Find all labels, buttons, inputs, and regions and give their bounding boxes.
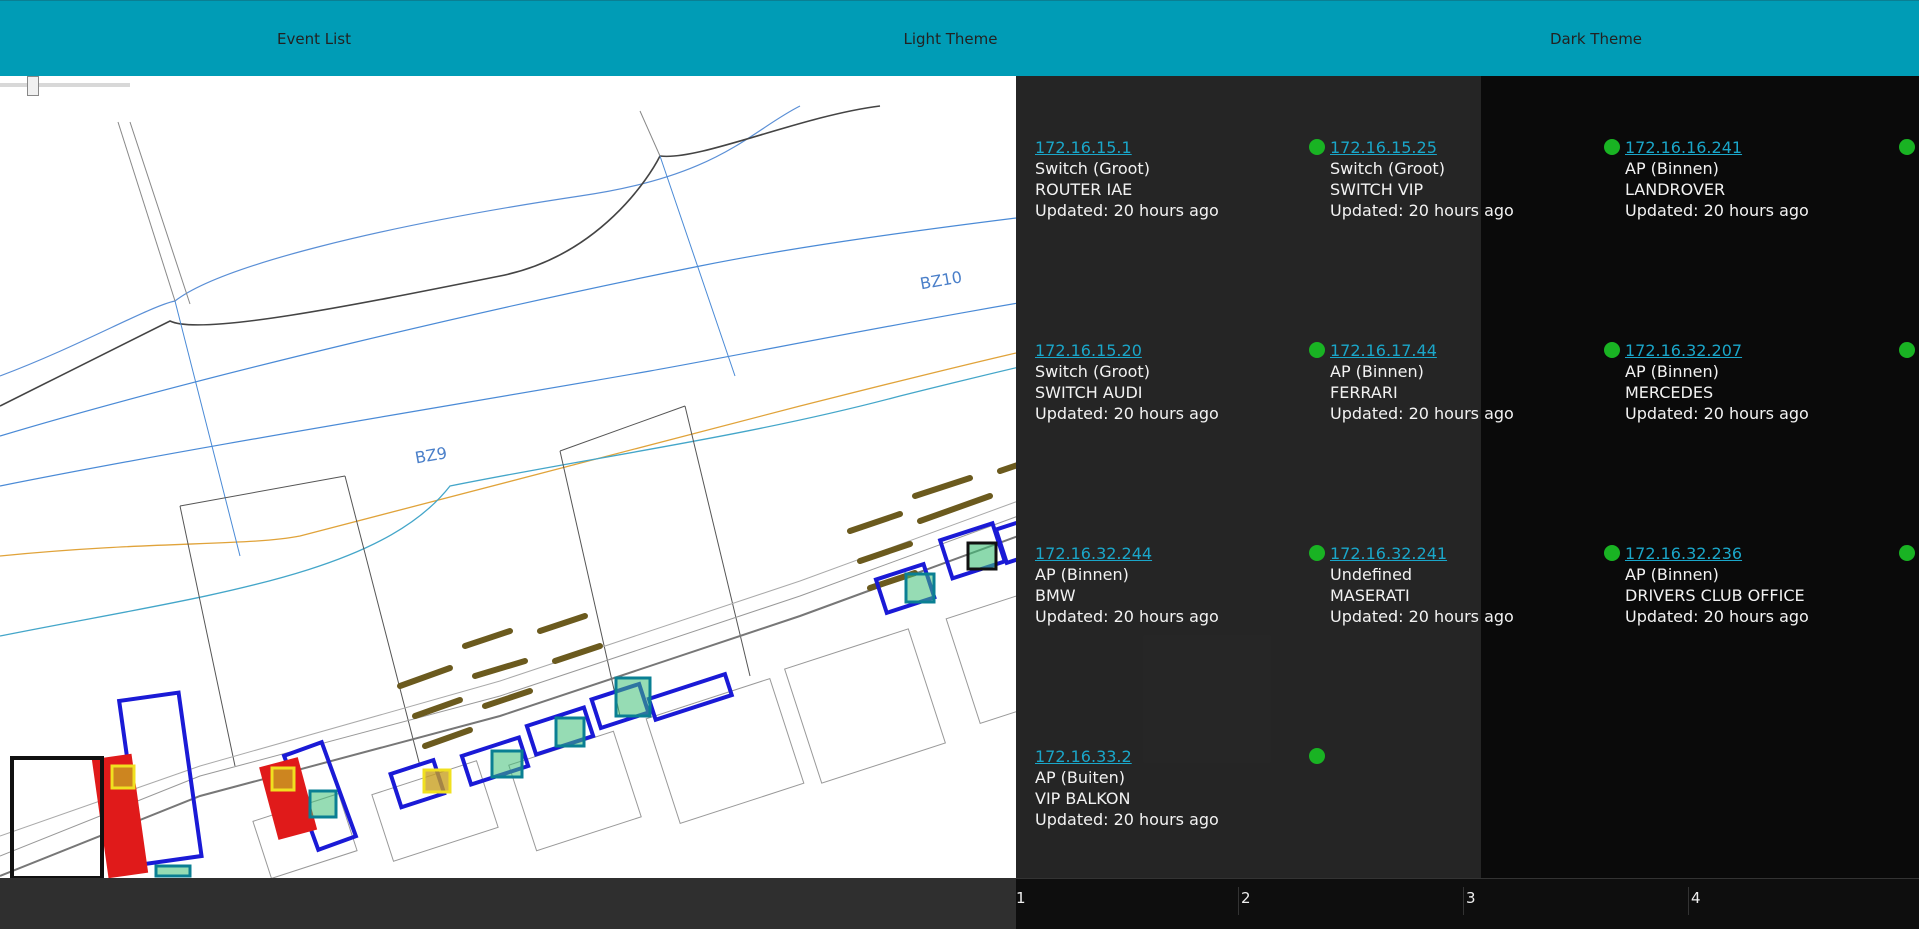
device-name: VIP BALKON (1035, 789, 1131, 808)
device-updated: Updated: 20 hours ago (1330, 404, 1514, 423)
device-ip-link[interactable]: 172.16.32.241 (1330, 544, 1447, 563)
status-dot-icon (1309, 545, 1325, 561)
device-type: AP (Binnen) (1330, 362, 1424, 381)
zone-label-bz9: BZ9 (413, 443, 448, 467)
status-dot-icon (1899, 545, 1915, 561)
device-type: Switch (Groot) (1330, 159, 1445, 178)
device-ip-link[interactable]: 172.16.32.207 (1625, 341, 1742, 360)
tab-dark-theme[interactable]: Dark Theme (1273, 1, 1919, 77)
device-card: 172.16.15.20 Switch (Groot) SWITCH AUDI … (1035, 340, 1325, 424)
device-ip-link[interactable]: 172.16.15.20 (1035, 341, 1142, 360)
device-name: DRIVERS CLUB OFFICE (1625, 586, 1805, 605)
zone-label-bz10: BZ10 (919, 267, 964, 293)
page-divider (1688, 887, 1689, 915)
site-plan-drawing: BZ10 BZ9 (0, 105, 1016, 878)
device-type: AP (Binnen) (1625, 565, 1719, 584)
device-updated: Updated: 20 hours ago (1035, 607, 1219, 626)
status-dot-icon (1604, 139, 1620, 155)
device-card: 172.16.32.207 AP (Binnen) MERCEDES Updat… (1625, 340, 1915, 424)
device-updated: Updated: 20 hours ago (1625, 201, 1809, 220)
page-button-4[interactable]: 4 (1691, 889, 1701, 907)
device-ip-link[interactable]: 172.16.32.236 (1625, 544, 1742, 563)
device-name: LANDROVER (1625, 180, 1726, 199)
device-name: MASERATI (1330, 586, 1410, 605)
device-updated: Updated: 20 hours ago (1625, 404, 1809, 423)
status-dot-icon (1309, 342, 1325, 358)
page-divider (1463, 887, 1464, 915)
tab-event-list[interactable]: Event List (0, 1, 628, 77)
device-card: 172.16.17.44 AP (Binnen) FERRARI Updated… (1330, 340, 1620, 424)
device-name: BMW (1035, 586, 1076, 605)
floor-plan-map[interactable]: BZ10 BZ9 (0, 76, 1016, 878)
zoom-slider-handle[interactable] (27, 76, 39, 96)
device-type: Switch (Groot) (1035, 159, 1150, 178)
device-ip-link[interactable]: 172.16.15.25 (1330, 138, 1437, 157)
pagination: 1 2 3 4 (1016, 878, 1919, 929)
top-nav-bar: Event List Light Theme Dark Theme (0, 0, 1919, 76)
device-card: 172.16.16.241 AP (Binnen) LANDROVER Upda… (1625, 137, 1915, 221)
device-ip-link[interactable]: 172.16.33.2 (1035, 747, 1132, 766)
zoom-slider-track[interactable] (0, 83, 130, 87)
status-dot-icon (1309, 139, 1325, 155)
device-name: ROUTER IAE (1035, 180, 1133, 199)
device-updated: Updated: 20 hours ago (1035, 201, 1219, 220)
status-dot-icon (1604, 545, 1620, 561)
tab-light-theme[interactable]: Light Theme (628, 1, 1273, 77)
device-ip-link[interactable]: 172.16.17.44 (1330, 341, 1437, 360)
device-card: 172.16.32.244 AP (Binnen) BMW Updated: 2… (1035, 543, 1325, 627)
device-type: Switch (Groot) (1035, 362, 1150, 381)
status-dot-icon (1899, 139, 1915, 155)
status-dot-icon (1309, 748, 1325, 764)
device-card: 172.16.15.25 Switch (Groot) SWITCH VIP U… (1330, 137, 1620, 221)
device-updated: Updated: 20 hours ago (1625, 607, 1809, 626)
device-card: 172.16.32.241 Undefined MASERATI Updated… (1330, 543, 1620, 627)
device-ip-link[interactable]: 172.16.16.241 (1625, 138, 1742, 157)
device-card: 172.16.33.2 AP (Buiten) VIP BALKON Updat… (1035, 746, 1325, 830)
status-dot-icon (1604, 342, 1620, 358)
device-type: AP (Binnen) (1625, 362, 1719, 381)
device-updated: Updated: 20 hours ago (1035, 810, 1219, 829)
page-divider (1238, 887, 1239, 915)
device-type: AP (Binnen) (1625, 159, 1719, 178)
page-button-1[interactable]: 1 (1016, 889, 1026, 907)
device-type: Undefined (1330, 565, 1413, 584)
device-name: SWITCH VIP (1330, 180, 1424, 199)
device-card: 172.16.32.236 AP (Binnen) DRIVERS CLUB O… (1625, 543, 1915, 627)
device-type: AP (Binnen) (1035, 565, 1129, 584)
device-updated: Updated: 20 hours ago (1330, 201, 1514, 220)
device-name: MERCEDES (1625, 383, 1714, 402)
device-ip-link[interactable]: 172.16.15.1 (1035, 138, 1132, 157)
page-button-2[interactable]: 2 (1241, 889, 1251, 907)
device-name: SWITCH AUDI (1035, 383, 1143, 402)
device-card: 172.16.15.1 Switch (Groot) ROUTER IAE Up… (1035, 137, 1325, 221)
device-type: AP (Buiten) (1035, 768, 1125, 787)
device-updated: Updated: 20 hours ago (1035, 404, 1219, 423)
device-name: FERRARI (1330, 383, 1398, 402)
status-dot-icon (1899, 342, 1915, 358)
page-button-3[interactable]: 3 (1466, 889, 1476, 907)
device-status-grid: 172.16.15.1 Switch (Groot) ROUTER IAE Up… (1016, 76, 1919, 878)
device-ip-link[interactable]: 172.16.32.244 (1035, 544, 1152, 563)
device-updated: Updated: 20 hours ago (1330, 607, 1514, 626)
